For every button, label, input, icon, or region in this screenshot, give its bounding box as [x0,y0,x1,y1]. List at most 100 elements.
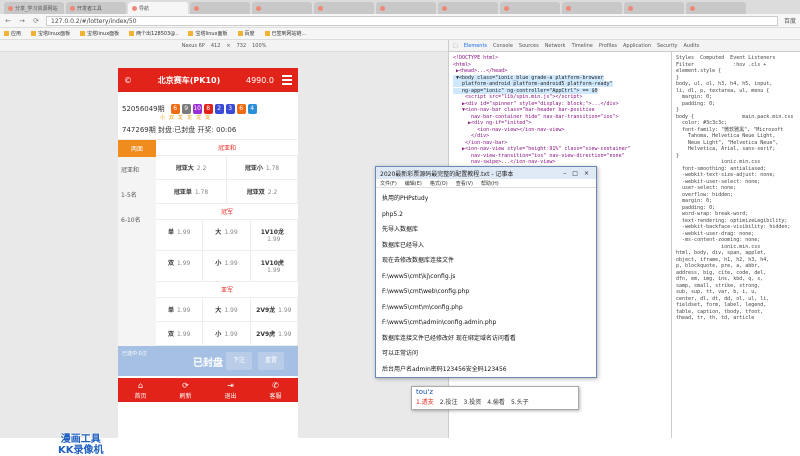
devtools-tab[interactable]: Timeline [572,43,593,49]
browser-tab[interactable]: 分享_学习资源网站 [4,2,64,14]
notepad-menu-item[interactable]: 查看(V) [456,180,473,187]
bet-option[interactable]: 小 1.99 [203,251,251,281]
ime-candidates: 1.透支 2.投注 3.投资 4.偷看 5.头子 [412,397,578,406]
notepad-menu-item[interactable]: 文件(F) [380,180,397,187]
bookmark-item[interactable]: 两个出128503@.. [129,30,178,37]
bet-option[interactable]: 单 1.99 [156,220,204,250]
dom-line-selected: ▼<body class="ionic_blue grade-a platfor… [453,74,613,94]
bet-odds: 1.99 [278,331,292,338]
bet-option[interactable]: 1V10龙1.99 [251,220,298,250]
bookmark-label: 宝塔linux面板 [38,31,71,37]
forward-icon[interactable]: → [18,17,26,25]
devtools-tab[interactable]: Console [493,43,513,49]
search-engine-label[interactable]: 百度 [784,16,796,25]
reset-button[interactable]: 重置 [258,352,284,370]
footer-nav-item[interactable]: ⟳ 刷新 [163,378,208,402]
browser-tab[interactable] [438,2,498,14]
bet-row: 双 1.99 小 1.99 2V9虎 1.99 [156,322,298,346]
bookmark-item[interactable]: 已签到网站链... [264,30,306,37]
device-select[interactable]: Nexus 6P [182,43,205,49]
footer-nav-item[interactable]: ⌂ 首页 [118,378,163,402]
bookmark-item[interactable]: 应用 [4,30,21,37]
notepad-menu-item[interactable]: 格式(O) [430,180,448,187]
browser-tab[interactable]: 导航 [128,2,188,14]
devtools-tab[interactable]: Elements [464,43,487,49]
bet-option[interactable]: 冠亚大 2.2 [156,156,227,179]
bookmark-item[interactable]: 宝塔linux面板 [188,30,228,37]
bet-odds: 2.2 [196,165,207,172]
ime-candidate[interactable]: 3.投资 [463,397,481,406]
devtools-tab[interactable]: Audits [683,43,699,49]
menu-icon[interactable] [282,75,292,85]
styles-tabs-line: Styles Computed Event Listeners [676,55,776,61]
browser-tab[interactable] [624,2,684,14]
browser-tab[interactable] [562,2,622,14]
bet-option[interactable]: 大 1.99 [203,298,251,321]
notepad-line: php5.2 [382,210,403,218]
ime-candidate[interactable]: 5.头子 [511,397,529,406]
section-title: 冠军 [156,204,298,220]
tab-favicon-icon [318,5,323,11]
devtools-tab[interactable]: Network [545,43,566,49]
notepad-menu-item[interactable]: 编辑(E) [405,180,422,187]
browser-tab[interactable] [252,2,312,14]
back-icon[interactable]: ← [4,17,12,25]
bet-option[interactable]: 2V9龙 1.99 [251,298,298,321]
reload-icon[interactable]: ⟳ [32,17,40,25]
bet-name: 2V9龙 [256,307,276,314]
bookmark-label: 宝塔linux面板 [87,31,120,37]
footer-nav-item[interactable]: ⇥ 退出 [208,378,253,402]
sidebar-item[interactable]: 1-5名 [118,182,156,207]
issue-number: 52056049期 [122,105,165,113]
maximize-icon[interactable]: □ [572,170,578,177]
back-circle-icon[interactable]: © [124,76,132,85]
device-zoom[interactable]: 100% [252,43,266,49]
bet-name: 单 [167,307,174,314]
inspect-icon[interactable]: ⬚ [453,43,458,49]
browser-tab[interactable] [314,2,374,14]
bet-option[interactable]: 大 1.99 [203,220,251,250]
notepad-titlebar[interactable]: 2020最新彩票源码最完整的配置教程.txt - 记事本 – □ × [376,167,596,179]
bookmark-label: 应用 [11,31,22,37]
footer-nav-item[interactable]: ✆ 客服 [253,378,298,402]
bet-option[interactable]: 冠亚双 2.2 [227,180,298,203]
devtools-tab[interactable]: Security [657,43,678,49]
bookmark-item[interactable]: 百度 [237,30,255,37]
ime-candidate[interactable]: 2.投注 [440,397,458,406]
sidebar-item[interactable]: 6-10名 [118,207,156,232]
bet-name: 单 [167,229,174,236]
sidebar-item[interactable]: 冠亚和 [118,157,156,182]
bet-option[interactable]: 小 1.99 [203,322,251,345]
sidebar-item[interactable]: 两面 [118,140,156,157]
bookmark-item[interactable]: 宝塔linux面板 [31,30,70,37]
ime-candidate[interactable]: 4.偷看 [487,397,505,406]
devtools-tab[interactable]: Application [623,43,651,49]
styles-pane[interactable]: Styles Computed Event Listeners Filter :… [671,52,800,438]
notepad-text-area[interactable]: 执用的PHPstudy php5.2 先导入数据库 数据库已经导入 现在去修改数据库连接… [376,188,596,376]
close-icon[interactable]: × [584,170,589,177]
bet-option[interactable]: 2V9虎 1.99 [251,322,298,345]
notepad-menu-item[interactable]: 帮助(H) [481,180,499,187]
device-height[interactable]: 732 [237,43,247,49]
bet-option[interactable]: 双 1.99 [156,322,204,345]
browser-tab[interactable] [376,2,436,14]
bet-option[interactable]: 冠亚单 1.78 [156,180,227,203]
bet-option[interactable]: 1V10虎1.99 [251,251,298,281]
devtools-tab[interactable]: Sources [519,43,539,49]
minimize-icon[interactable]: – [563,170,566,177]
browser-tab[interactable]: 开发者工具 [66,2,126,14]
browser-tab[interactable] [500,2,560,14]
browser-tab[interactable] [686,2,746,14]
bet-button[interactable]: 下注 [226,352,252,370]
url-input[interactable]: 127.0.0.2/#/lottery/index/50 [46,15,778,26]
browser-tab[interactable] [190,2,250,14]
ime-candidate[interactable]: 1.透支 [416,397,434,406]
bet-option[interactable]: 冠亚小 1.78 [227,156,298,179]
bookmark-item[interactable]: 宝塔linux面板 [80,30,119,37]
bet-option[interactable]: 单 1.99 [156,298,204,321]
bet-option[interactable]: 双 1.99 [156,251,204,281]
devtools-tab[interactable]: Profiles [599,43,617,49]
device-width[interactable]: 412 [211,43,221,49]
category-sidebar: 两面 冠亚和 1-5名 6-10名 [118,140,156,346]
bookmark-folder-icon [237,31,243,36]
